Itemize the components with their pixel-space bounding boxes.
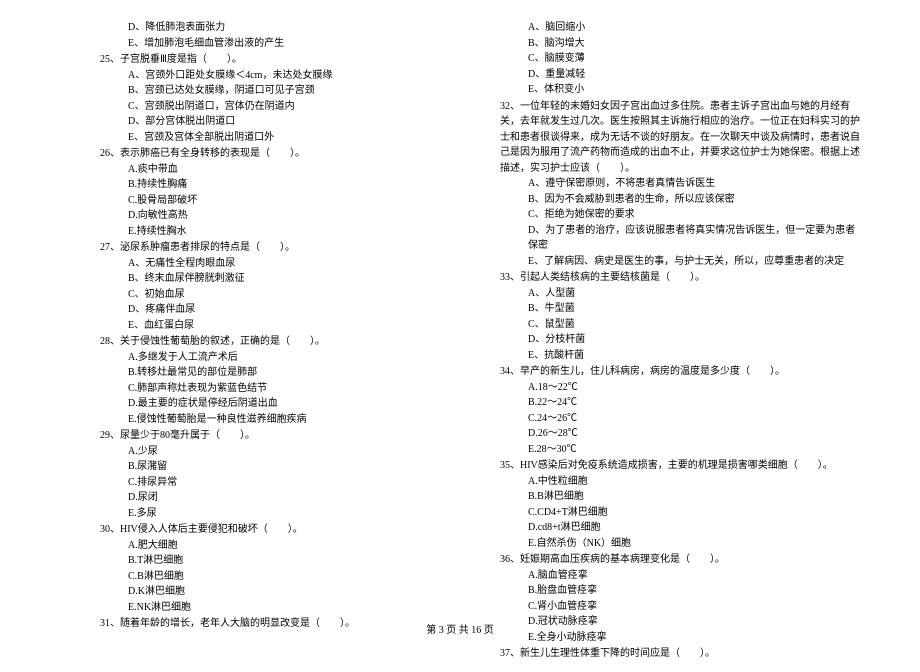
option: D、降低肺泡表面张力 <box>100 20 460 36</box>
option: C.肾小血管痉挛 <box>500 599 860 615</box>
question-stem: 34、早产的新生儿，住儿科病房，病房的温度是多少度（ ）。 <box>500 364 860 380</box>
option: B.22～24℃ <box>500 395 860 411</box>
option: E.自然杀伤（NK）细胞 <box>500 536 860 552</box>
option: B.T淋巴细胞 <box>100 553 460 569</box>
option: C.24～26℃ <box>500 411 860 427</box>
option: D、为了患者的治疗，应该说服患者将真实情况告诉医生，但一定要为患者保密 <box>500 223 860 254</box>
question-stem: 35、HIV感染后对免疫系统造成损害，主要的机理是损害哪类细胞（ ）。 <box>500 458 860 474</box>
option: E、宫颈及宫体全部脱出阴道口外 <box>100 130 460 146</box>
option: D、部分宫体脱出阴道口 <box>100 114 460 130</box>
question-stem: 32、一位年轻的未婚妇女因子宫出血过多住院。患者主诉子宫出血与她的月经有关，去年… <box>500 99 860 177</box>
option: C.排尿异常 <box>100 475 460 491</box>
option: E.28～30℃ <box>500 442 860 458</box>
question-stem: 36、妊娠期高血压疾病的基本病理变化是（ ）。 <box>500 552 860 568</box>
option: A.痰中带血 <box>100 162 460 178</box>
option: D、分枝杆菌 <box>500 332 860 348</box>
option: B、脑沟增大 <box>500 36 860 52</box>
option: A、脑回缩小 <box>500 20 860 36</box>
option: E.侵蚀性葡萄胎是一种良性滋养细胞疾病 <box>100 412 460 428</box>
option: A.18～22℃ <box>500 380 860 396</box>
question-stem: 37、新生儿生理性体重下降的时间应是（ ）。 <box>500 646 860 662</box>
option: A.少尿 <box>100 444 460 460</box>
option: B、因为不会威胁到患者的生命，所以应该保密 <box>500 192 860 208</box>
option: E、增加肺泡毛细血管渗出液的产生 <box>100 36 460 52</box>
question-stem: 27、泌尿系肿瘤患者排尿的特点是（ ）。 <box>100 240 460 256</box>
option: E.持续性胸水 <box>100 224 460 240</box>
option: E.NK淋巴细胞 <box>100 600 460 616</box>
option: D.向敏性高热 <box>100 208 460 224</box>
option: A、宫颈外口距处女膜缘＜4cm，未达处女膜缘 <box>100 68 460 84</box>
page-footer: 第 3 页 共 16 页 <box>0 621 920 636</box>
option: E、血红蛋白尿 <box>100 318 460 334</box>
option: C、宫颈脱出阴道口，宫体仍在阴道内 <box>100 99 460 115</box>
option: A.多继发于人工流产术后 <box>100 350 460 366</box>
option: C、脑膜变薄 <box>500 51 860 67</box>
option: B.转移灶最常见的部位是肺部 <box>100 365 460 381</box>
question-stem: 33、引起人类结核病的主要结核菌是（ ）。 <box>500 270 860 286</box>
option: B、宫颈已达处女膜缘，阴道口可见子宫颈 <box>100 83 460 99</box>
option: B.胎盘血管痉挛 <box>500 583 860 599</box>
question-stem: 28、关于侵蚀性葡萄胎的叙述，正确的是（ ）。 <box>100 334 460 350</box>
option: D.K淋巴细胞 <box>100 584 460 600</box>
left-column: D、降低肺泡表面张力 E、增加肺泡毛细血管渗出液的产生 25、子宫脱垂Ⅲ度是指（… <box>100 20 490 662</box>
option: D.26～28℃ <box>500 426 860 442</box>
option: C、拒绝为她保密的要求 <box>500 207 860 223</box>
option: C.股骨局部破坏 <box>100 193 460 209</box>
question-stem: 26、表示肺癌已有全身转移的表现是（ ）。 <box>100 146 460 162</box>
option: D.尿闭 <box>100 490 460 506</box>
option: E.多尿 <box>100 506 460 522</box>
question-stem: 29、尿量少于80毫升属于（ ）。 <box>100 428 460 444</box>
option: A.中性粒细胞 <box>500 474 860 490</box>
option: C、鼠型菌 <box>500 317 860 333</box>
option: A、无痛性全程肉眼血尿 <box>100 256 460 272</box>
question-stem: 25、子宫脱垂Ⅲ度是指（ ）。 <box>100 52 460 68</box>
option: E、体积变小 <box>500 82 860 98</box>
option: A、人型菌 <box>500 286 860 302</box>
option: B.持续性胸痛 <box>100 177 460 193</box>
option: D.cd8+t淋巴细胞 <box>500 520 860 536</box>
right-column: A、脑回缩小 B、脑沟增大 C、脑膜变薄 D、重量减轻 E、体积变小 32、一位… <box>490 20 860 662</box>
option: A、遵守保密原则，不将患者真情告诉医生 <box>500 176 860 192</box>
option: B.B淋巴细胞 <box>500 489 860 505</box>
option: C.CD4+T淋巴细胞 <box>500 505 860 521</box>
option: A.脑血管痉挛 <box>500 568 860 584</box>
option: E、了解病因、病史是医生的事，与护士无关，所以，应尊重患者的决定 <box>500 254 860 270</box>
option: A.肥大细胞 <box>100 538 460 554</box>
option: B、终末血尿伴膀胱刺激征 <box>100 271 460 287</box>
option: C.B淋巴细胞 <box>100 569 460 585</box>
option: D、重量减轻 <box>500 67 860 83</box>
option: D.最主要的症状是停经后阴道出血 <box>100 396 460 412</box>
option: E、抗酸杆菌 <box>500 348 860 364</box>
option: D、疼痛伴血尿 <box>100 302 460 318</box>
option: C.肺部声称灶表现为紫蓝色结节 <box>100 381 460 397</box>
option: B、牛型菌 <box>500 301 860 317</box>
option: B.尿潴留 <box>100 459 460 475</box>
page-body: D、降低肺泡表面张力 E、增加肺泡毛细血管渗出液的产生 25、子宫脱垂Ⅲ度是指（… <box>0 0 920 672</box>
option: C、初始血尿 <box>100 287 460 303</box>
question-stem: 30、HIV侵入人体后主要侵犯和破坏（ ）。 <box>100 522 460 538</box>
